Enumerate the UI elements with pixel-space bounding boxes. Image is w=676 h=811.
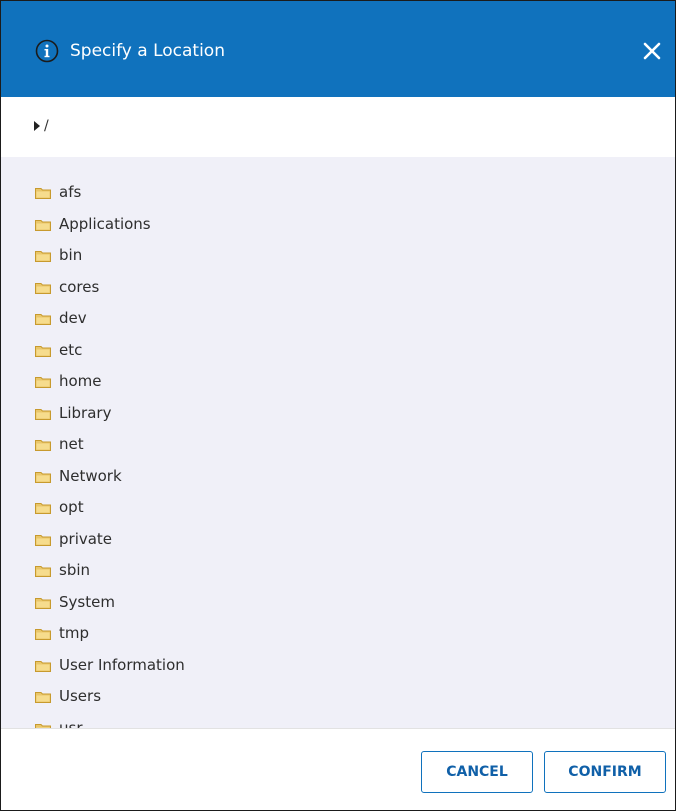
folder-item[interactable]: bin xyxy=(1,241,675,273)
cancel-button[interactable]: CANCEL xyxy=(421,751,533,793)
folder-item[interactable]: dev xyxy=(1,304,675,336)
folder-item[interactable]: etc xyxy=(1,336,675,368)
folder-icon xyxy=(35,471,51,483)
folder-icon xyxy=(35,251,51,262)
folder-item[interactable]: Applications xyxy=(1,210,675,242)
close-icon[interactable] xyxy=(642,41,662,61)
folder-icon xyxy=(35,692,51,703)
folder-list: afs Applications bin cores dev etc home Library… xyxy=(1,178,675,728)
folder-icon xyxy=(35,408,51,420)
folder-label: Library xyxy=(59,403,112,422)
folder-icon xyxy=(35,188,51,199)
dialog-header: Specify a Location xyxy=(1,1,675,97)
folder-label: Applications xyxy=(59,214,151,233)
folder-label: tmp xyxy=(59,624,90,642)
triangle-right-icon[interactable] xyxy=(34,121,40,131)
folder-label: cores xyxy=(59,277,100,296)
folder-label: System xyxy=(59,592,115,611)
folder-item[interactable]: cores xyxy=(1,273,675,305)
folder-tree[interactable]: afs Applications bin cores dev etc home Library… xyxy=(1,157,675,728)
folder-label: etc xyxy=(59,340,83,359)
folder-icon xyxy=(35,377,51,388)
current-path[interactable]: / xyxy=(44,116,49,136)
folder-item[interactable]: sbin xyxy=(1,556,675,588)
folder-icon xyxy=(35,345,51,357)
folder-item[interactable]: User Information xyxy=(1,651,675,683)
folder-item[interactable]: Library xyxy=(1,399,675,431)
folder-icon xyxy=(35,314,51,325)
folder-item[interactable]: net xyxy=(1,430,675,462)
folder-item[interactable]: home xyxy=(1,367,675,399)
folder-icon xyxy=(35,566,51,577)
folder-icon xyxy=(35,597,51,609)
folder-label: afs xyxy=(59,183,82,201)
folder-label: net xyxy=(59,435,84,453)
path-breadcrumb: / xyxy=(1,97,675,157)
folder-label: bin xyxy=(59,246,83,264)
folder-icon xyxy=(35,282,51,294)
folder-label: usr xyxy=(59,718,83,729)
folder-item[interactable]: usr xyxy=(1,714,675,729)
dialog-footer: CANCEL CONFIRM xyxy=(1,728,675,810)
folder-item[interactable]: afs xyxy=(1,178,675,210)
folder-icon xyxy=(35,503,51,514)
folder-label: private xyxy=(59,529,113,548)
folder-label: Network xyxy=(59,466,122,485)
folder-item[interactable]: Users xyxy=(1,682,675,714)
folder-label: opt xyxy=(59,498,84,516)
folder-label: Users xyxy=(59,687,102,705)
confirm-button[interactable]: CONFIRM xyxy=(544,751,666,793)
specify-location-dialog: Specify a Location / afs Applications bin c… xyxy=(0,0,676,811)
folder-label: dev xyxy=(59,309,87,327)
folder-item[interactable]: Network xyxy=(1,462,675,494)
folder-icon xyxy=(35,440,51,451)
info-circle-icon xyxy=(35,39,59,63)
folder-icon xyxy=(35,534,51,546)
folder-icon xyxy=(35,219,51,231)
folder-item[interactable]: private xyxy=(1,525,675,557)
folder-item[interactable]: System xyxy=(1,588,675,620)
folder-icon xyxy=(35,660,51,672)
dialog-title: Specify a Location xyxy=(70,41,225,61)
folder-icon xyxy=(35,629,51,640)
folder-item[interactable]: opt xyxy=(1,493,675,525)
folder-item[interactable]: tmp xyxy=(1,619,675,651)
folder-label: home xyxy=(59,372,102,390)
folder-label: sbin xyxy=(59,561,91,579)
folder-label: User Information xyxy=(59,655,185,674)
